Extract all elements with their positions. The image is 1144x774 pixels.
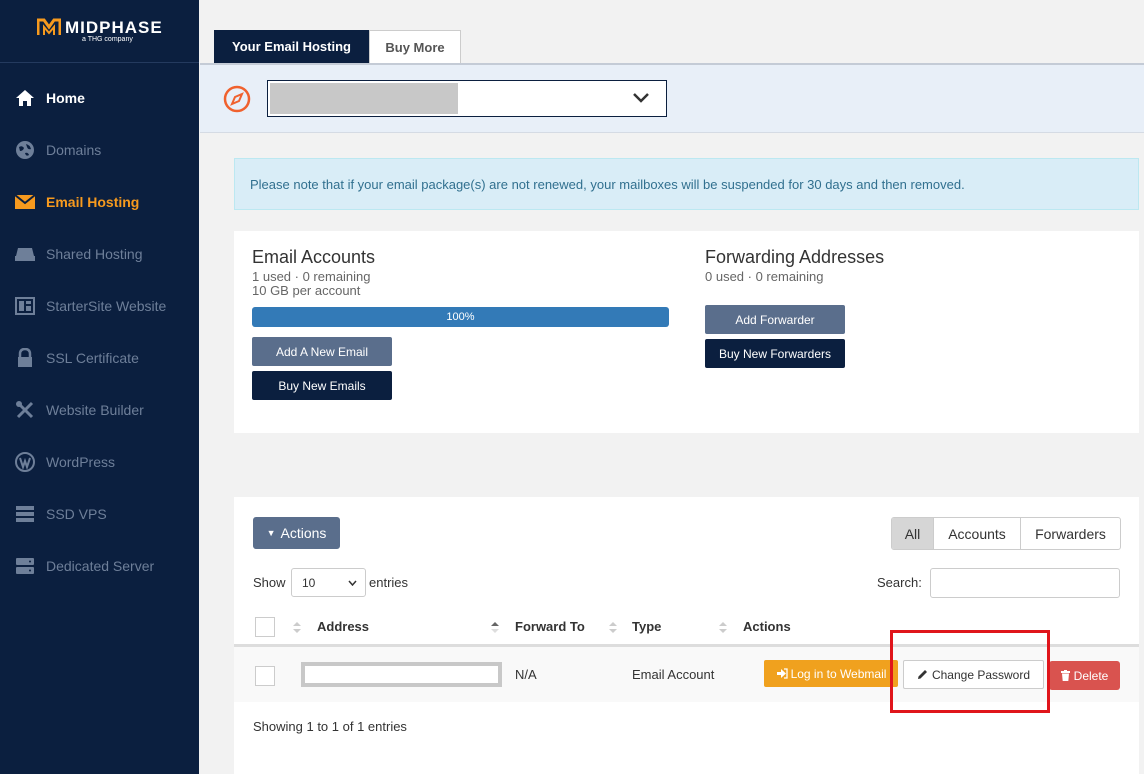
email-accounts-quota: 10 GB per account bbox=[252, 283, 361, 298]
sign-in-icon bbox=[776, 668, 788, 679]
sidebar-item-wordpress[interactable]: WordPress bbox=[0, 436, 199, 488]
sidebar-item-label: SSD VPS bbox=[46, 506, 107, 522]
sort-icon[interactable] bbox=[719, 622, 727, 633]
buy-new-forwarders-button[interactable]: Buy New Forwarders bbox=[705, 339, 845, 368]
forwarding-usage: 0 used · 0 remaining bbox=[705, 269, 824, 284]
forwarding-title: Forwarding Addresses bbox=[705, 247, 885, 267]
add-forwarder-button[interactable]: Add Forwarder bbox=[705, 305, 845, 334]
caret-down-icon: ▼ bbox=[266, 528, 276, 538]
sidebar-item-label: Domains bbox=[46, 142, 102, 158]
sidebar-item-ssd-vps[interactable]: SSD VPS bbox=[0, 488, 199, 540]
table-info: Showing 1 to 1 of 1 entries bbox=[253, 719, 407, 734]
page-size-value: 10 bbox=[302, 575, 316, 590]
sidebar-item-ssl-certificate[interactable]: SSL Certificate bbox=[0, 332, 199, 384]
sidebar-item-website-builder[interactable]: Website Builder bbox=[0, 384, 199, 436]
trash-icon bbox=[1060, 670, 1070, 681]
chevron-down-icon bbox=[348, 580, 357, 586]
sidebar-item-label: SSL Certificate bbox=[46, 350, 139, 366]
sort-icon[interactable] bbox=[293, 622, 301, 633]
buy-new-emails-button[interactable]: Buy New Emails bbox=[252, 371, 392, 400]
tab-buy-more[interactable]: Buy More bbox=[369, 30, 461, 63]
lock-icon bbox=[14, 347, 36, 369]
server-icon bbox=[14, 243, 36, 265]
accounts-table-panel: ▼ Actions All Accounts Forwarders Show 1… bbox=[234, 497, 1139, 774]
vps-icon bbox=[14, 503, 36, 525]
domain-select[interactable] bbox=[267, 80, 667, 117]
midphase-logo-icon bbox=[37, 18, 61, 35]
sidebar-item-label: Dedicated Server bbox=[46, 558, 155, 574]
entries-label: entries bbox=[369, 575, 409, 590]
search-input[interactable] bbox=[930, 568, 1120, 598]
sidebar-item-domains[interactable]: Domains bbox=[0, 124, 199, 176]
actions-label: Actions bbox=[280, 525, 327, 541]
compass-icon bbox=[223, 85, 251, 113]
filter-forwarders[interactable]: Forwarders bbox=[1020, 518, 1120, 549]
show-label: Show bbox=[253, 575, 286, 590]
filter-all[interactable]: All bbox=[892, 518, 933, 549]
redacted-domain bbox=[270, 83, 458, 114]
select-all-checkbox[interactable] bbox=[255, 617, 275, 637]
actions-dropdown-button[interactable]: ▼ Actions bbox=[253, 517, 340, 549]
redacted-address bbox=[301, 662, 502, 687]
sidebar-item-startersite[interactable]: StarterSite Website bbox=[0, 280, 199, 332]
globe-icon bbox=[14, 139, 36, 161]
sort-icon[interactable] bbox=[609, 622, 617, 633]
sidebar-item-label: Website Builder bbox=[46, 402, 144, 418]
column-actions: Actions bbox=[743, 619, 791, 634]
brand-logo[interactable]: MIDPHASE a THG company bbox=[0, 0, 199, 63]
filter-group: All Accounts Forwarders bbox=[891, 517, 1121, 550]
sidebar-item-label: Shared Hosting bbox=[46, 246, 143, 262]
renewal-alert: Please note that if your email package(s… bbox=[234, 158, 1139, 210]
sidebar-item-label: StarterSite Website bbox=[46, 298, 167, 314]
column-forward-to[interactable]: Forward To bbox=[515, 619, 585, 634]
search-label: Search: bbox=[877, 575, 922, 590]
row-checkbox[interactable] bbox=[255, 666, 275, 686]
brand-tagline: a THG company bbox=[82, 36, 133, 43]
brand-name: MIDPHASE bbox=[65, 18, 163, 37]
sidebar-item-email-hosting[interactable]: Email Hosting bbox=[0, 176, 199, 228]
add-new-email-button[interactable]: Add A New Email bbox=[252, 337, 392, 366]
wordpress-icon bbox=[14, 451, 36, 473]
email-accounts-usage: 1 used · 0 remaining bbox=[252, 269, 371, 284]
home-icon bbox=[14, 87, 36, 109]
dedicated-server-icon bbox=[14, 555, 36, 577]
page-size-select[interactable]: 10 bbox=[291, 568, 366, 597]
delete-button[interactable]: Delete bbox=[1049, 661, 1120, 690]
tab-your-email-hosting[interactable]: Your Email Hosting bbox=[214, 30, 369, 63]
sidebar-item-label: Home bbox=[46, 90, 85, 106]
envelope-icon bbox=[14, 191, 36, 213]
chevron-down-icon bbox=[633, 93, 649, 103]
sidebar-item-label: Email Hosting bbox=[46, 194, 140, 210]
webmail-label: Log in to Webmail bbox=[790, 666, 887, 681]
forward-to-cell: N/A bbox=[515, 667, 537, 682]
sidebar-item-dedicated-server[interactable]: Dedicated Server bbox=[0, 540, 199, 592]
login-webmail-button[interactable]: Log in to Webmail bbox=[764, 660, 898, 687]
filter-accounts[interactable]: Accounts bbox=[933, 518, 1020, 549]
summary-panel: Email Accounts 1 used · 0 remaining 10 G… bbox=[234, 231, 1139, 433]
sidebar: MIDPHASE a THG company Home Domains Emai… bbox=[0, 0, 199, 774]
change-password-highlight bbox=[890, 630, 1050, 713]
sidebar-item-home[interactable]: Home bbox=[0, 72, 199, 124]
domain-bar bbox=[200, 63, 1144, 133]
tools-icon bbox=[14, 399, 36, 421]
sidebar-item-shared-hosting[interactable]: Shared Hosting bbox=[0, 228, 199, 280]
column-address[interactable]: Address bbox=[317, 619, 369, 634]
email-accounts-title: Email Accounts bbox=[252, 247, 376, 267]
column-type[interactable]: Type bbox=[632, 619, 661, 634]
sidebar-item-label: WordPress bbox=[46, 454, 115, 470]
email-usage-progress: 100% bbox=[252, 307, 669, 327]
sort-asc-icon[interactable] bbox=[491, 622, 499, 633]
delete-label: Delete bbox=[1073, 668, 1109, 683]
type-cell: Email Account bbox=[632, 667, 715, 682]
layout-icon bbox=[14, 295, 36, 317]
